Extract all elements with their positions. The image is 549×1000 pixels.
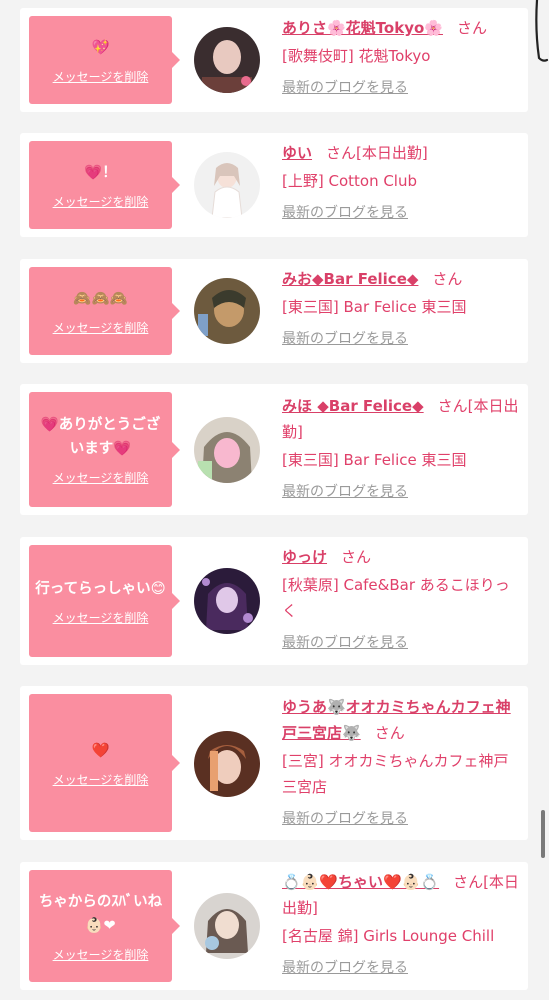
message-bubble: 💖 メッセージを削除 bbox=[29, 16, 180, 104]
name-line: みお◆Bar Felice◆ さん bbox=[282, 266, 522, 292]
cast-info: ゆっけ さん [秋葉原] Cafe&Bar あるこほりっく 最新のブログを見る bbox=[282, 544, 522, 656]
shop-name: [名古屋 錦] Girls Lounge Chill bbox=[282, 927, 495, 945]
honorific: さん bbox=[456, 19, 487, 37]
message-bubble: 行ってらっしゃい😊 メッセージを削除 bbox=[29, 545, 180, 657]
avatar-image bbox=[194, 731, 260, 797]
name-line: ゆうあ🐺オオカミちゃんカフェ神戸三宮店🐺 さん bbox=[282, 694, 522, 746]
message-bubble: 🙈🙈🙈 メッセージを削除 bbox=[29, 267, 180, 355]
cast-name-link[interactable]: ゆい bbox=[282, 144, 312, 162]
cast-name-link[interactable]: 💍👶🏻❤️ちゃい❤️👶🏻💍 bbox=[282, 873, 439, 891]
delete-message-link[interactable]: メッセージを削除 bbox=[53, 771, 149, 788]
honorific: さん bbox=[432, 270, 463, 288]
cast-info: ゆうあ🐺オオカミちゃんカフェ神戸三宮店🐺 さん [三宮] オオカミちゃんカフェ神戸… bbox=[282, 694, 522, 832]
honorific: さん bbox=[341, 548, 372, 566]
delete-message-link[interactable]: メッセージを削除 bbox=[53, 609, 149, 626]
latest-blog-link[interactable]: 最新のブログを見る bbox=[282, 479, 408, 505]
name-line: みほ ◆Bar Felice◆ さん[本日出勤] bbox=[282, 393, 522, 445]
message-bubble: 💗ありがとうございます💗 メッセージを削除 bbox=[29, 392, 180, 507]
avatar-image bbox=[194, 27, 260, 93]
cast-card: ちゃからのｽﾊﾞいね👶🏻❤ メッセージを削除 💍👶🏻❤️ちゃい❤️👶🏻💍 さん[本… bbox=[20, 862, 528, 990]
latest-blog-link[interactable]: 最新のブログを見る bbox=[282, 200, 408, 226]
message-text: 💗ありがとうございます💗 bbox=[40, 417, 161, 457]
message-bubble: 💗！ メッセージを削除 bbox=[29, 141, 180, 229]
attendance-tag: [本日出勤] bbox=[356, 144, 428, 162]
delete-message-link[interactable]: メッセージを削除 bbox=[53, 469, 149, 486]
cast-name-link[interactable]: ゆっけ bbox=[282, 548, 327, 566]
avatar[interactable] bbox=[194, 417, 260, 483]
name-line: ありさ🌸花魁Tokyo🌸 さん bbox=[282, 15, 522, 41]
cast-info: みお◆Bar Felice◆ さん [東三国] Bar Felice 東三国 最新… bbox=[282, 266, 522, 352]
cast-name-link[interactable]: みほ ◆Bar Felice◆ bbox=[282, 397, 424, 415]
shop-name: [歌舞伎町] 花魁Tokyo bbox=[282, 47, 431, 65]
latest-blog-link[interactable]: 最新のブログを見る bbox=[282, 630, 408, 656]
cast-card: 💗ありがとうございます💗 メッセージを削除 みほ ◆Bar Felice◆ さん [… bbox=[20, 384, 528, 515]
avatar[interactable] bbox=[194, 27, 260, 93]
shop-name: [秋葉原] Cafe&Bar あるこほりっく bbox=[282, 576, 510, 620]
cast-name-link[interactable]: みお◆Bar Felice◆ bbox=[282, 270, 418, 288]
shop-name: [上野] Cotton Club bbox=[282, 172, 418, 190]
avatar-image bbox=[194, 893, 260, 959]
avatar-image bbox=[194, 278, 260, 344]
honorific: さん bbox=[453, 873, 484, 891]
delete-message-link[interactable]: メッセージを削除 bbox=[53, 68, 149, 85]
name-line: ゆい さん[本日出勤] bbox=[282, 140, 522, 166]
delete-message-link[interactable]: メッセージを削除 bbox=[53, 946, 149, 963]
avatar[interactable] bbox=[194, 152, 260, 218]
message-text: 💖 bbox=[91, 39, 110, 56]
message-text: 行ってらっしゃい😊 bbox=[35, 580, 166, 597]
cast-name-link[interactable]: ありさ🌸花魁Tokyo🌸 bbox=[282, 19, 443, 37]
cast-card: 🙈🙈🙈 メッセージを削除 みお◆Bar Felice◆ さん [東三国] Bar … bbox=[20, 259, 528, 363]
message-text: ❤️ bbox=[91, 742, 110, 759]
cast-card: 💗！ メッセージを削除 ゆい さん[本日出勤] [上野] Cotton Club … bbox=[20, 133, 528, 237]
cast-card: 行ってらっしゃい😊 メッセージを削除 ゆっけ さん [秋葉原] Cafe&Bar … bbox=[20, 537, 528, 665]
avatar[interactable] bbox=[194, 731, 260, 797]
latest-blog-link[interactable]: 最新のブログを見る bbox=[282, 806, 408, 832]
cast-info: ありさ🌸花魁Tokyo🌸 さん [歌舞伎町] 花魁Tokyo 最新のブログを見る bbox=[282, 15, 522, 101]
avatar-image bbox=[194, 152, 260, 218]
avatar[interactable] bbox=[194, 278, 260, 344]
cast-card: ❤️ メッセージを削除 ゆうあ🐺オオカミちゃんカフェ神戸三宮店🐺 さん [三宮] … bbox=[20, 686, 528, 840]
cast-card: 💖 メッセージを削除 ありさ🌸花魁Tokyo🌸 さん [歌舞伎町] 花魁Tokyo… bbox=[20, 8, 528, 112]
latest-blog-link[interactable]: 最新のブログを見る bbox=[282, 75, 408, 101]
honorific: さん bbox=[437, 397, 468, 415]
avatar[interactable] bbox=[194, 568, 260, 634]
message-text: ちゃからのｽﾊﾞいね👶🏻❤ bbox=[38, 893, 163, 934]
shop-name: [三宮] オオカミちゃんカフェ神戸三宮店 bbox=[282, 752, 509, 796]
latest-blog-link[interactable]: 最新のブログを見る bbox=[282, 955, 408, 981]
avatar-image bbox=[194, 568, 260, 634]
shop-name: [東三国] Bar Felice 東三国 bbox=[282, 298, 467, 316]
avatar[interactable] bbox=[194, 893, 260, 959]
shop-name: [東三国] Bar Felice 東三国 bbox=[282, 451, 467, 469]
latest-blog-link[interactable]: 最新のブログを見る bbox=[282, 326, 408, 352]
name-line: 💍👶🏻❤️ちゃい❤️👶🏻💍 さん[本日出勤] bbox=[282, 869, 522, 921]
scrollbar-thumb[interactable] bbox=[541, 810, 545, 858]
cast-info: みほ ◆Bar Felice◆ さん[本日出勤] [東三国] Bar Felice… bbox=[282, 393, 522, 505]
delete-message-link[interactable]: メッセージを削除 bbox=[53, 319, 149, 336]
message-text: 💗！ bbox=[84, 164, 117, 181]
cast-info: 💍👶🏻❤️ちゃい❤️👶🏻💍 さん[本日出勤] [名古屋 錦] Girls Loun… bbox=[282, 869, 522, 981]
message-bubble: ❤️ メッセージを削除 bbox=[29, 694, 180, 832]
avatar-image bbox=[194, 417, 260, 483]
edge-handle-icon bbox=[535, 0, 549, 62]
honorific: さん bbox=[326, 144, 357, 162]
name-line: ゆっけ さん bbox=[282, 544, 522, 570]
delete-message-link[interactable]: メッセージを削除 bbox=[53, 193, 149, 210]
honorific: さん bbox=[374, 724, 405, 742]
message-bubble: ちゃからのｽﾊﾞいね👶🏻❤ メッセージを削除 bbox=[29, 870, 180, 982]
message-text: 🙈🙈🙈 bbox=[73, 290, 128, 307]
cast-info: ゆい さん[本日出勤] [上野] Cotton Club 最新のブログを見る bbox=[282, 140, 522, 226]
